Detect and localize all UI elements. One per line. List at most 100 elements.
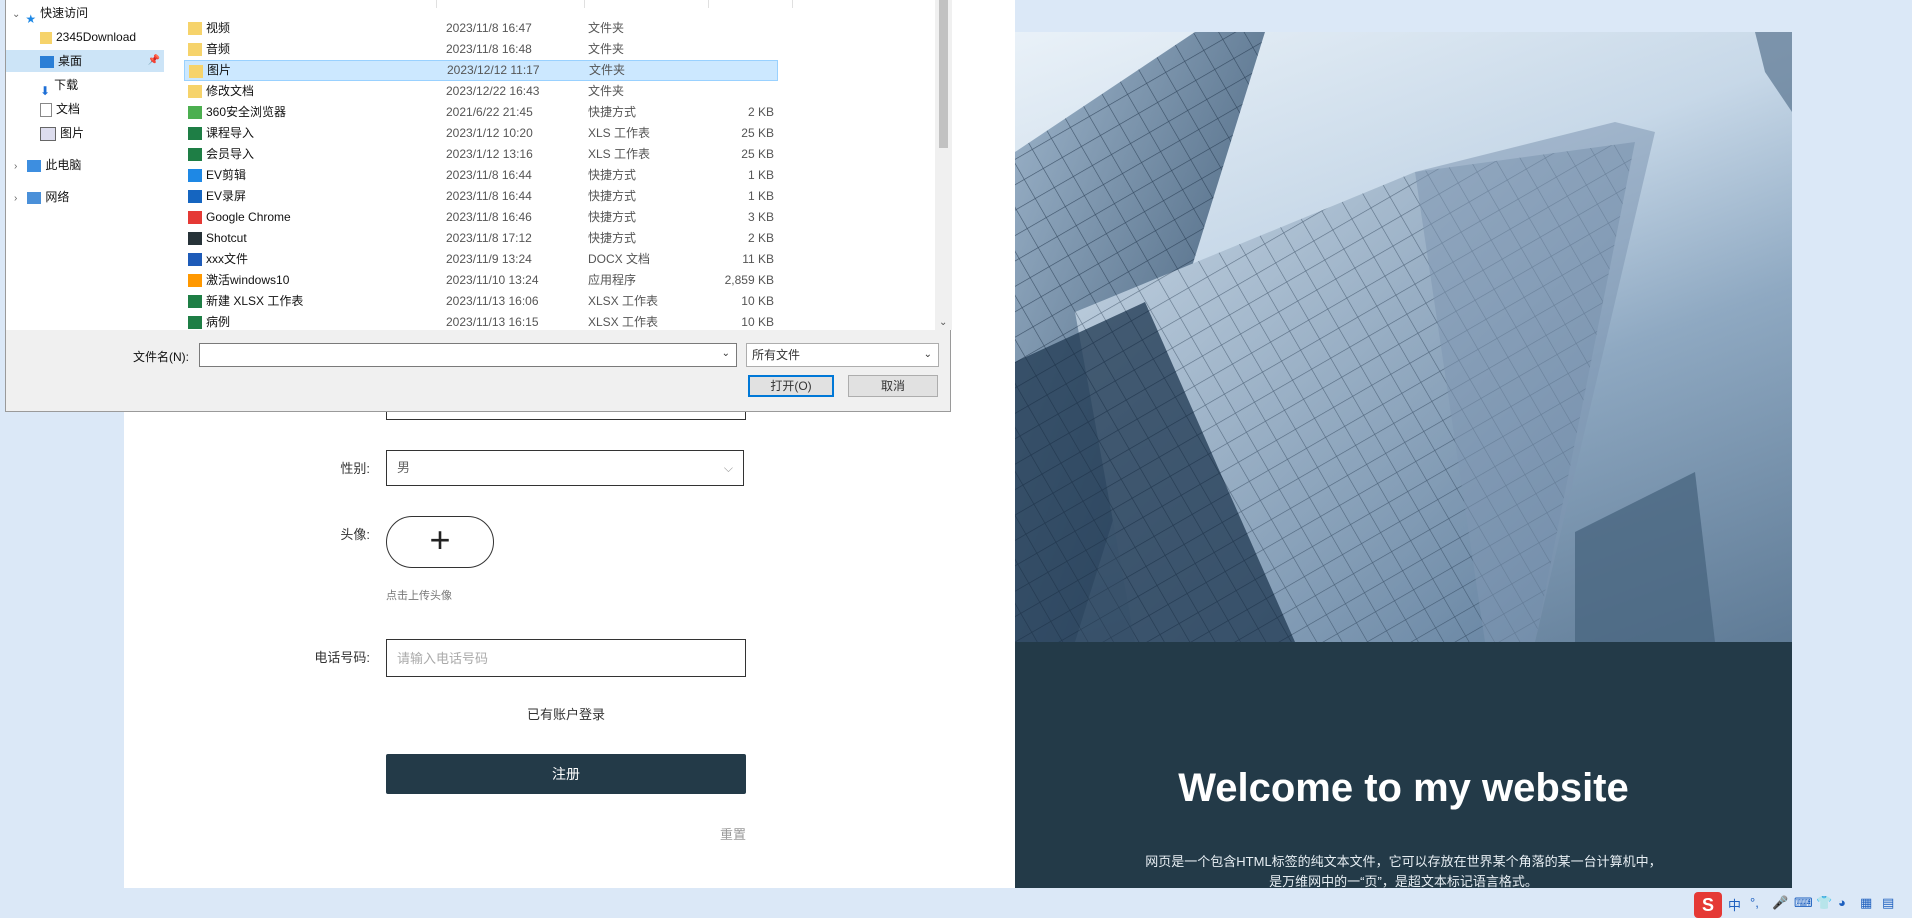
file-name: 激活windows10 bbox=[206, 273, 290, 287]
file-row[interactable]: 音频 2023/11/8 16:48 文件夹 bbox=[184, 39, 778, 60]
hero-panel: Welcome to my website 网页是一个包含HTML标签的纯文本文… bbox=[1015, 32, 1792, 889]
folder-icon bbox=[188, 85, 202, 98]
folder-icon bbox=[188, 43, 202, 56]
phone-input[interactable] bbox=[386, 639, 746, 677]
shotcut-icon bbox=[188, 232, 202, 245]
sogou-ime-icon[interactable]: S bbox=[1694, 892, 1722, 918]
folder-icon bbox=[189, 65, 203, 78]
desktop-icon bbox=[40, 55, 54, 68]
excel-icon bbox=[188, 127, 202, 140]
file-list: 视频 2023/11/8 16:47 文件夹 音频 2023/11/8 16:48 文件夹… bbox=[164, 0, 939, 330]
building-photo bbox=[1015, 32, 1792, 642]
file-row[interactable]: EV剪辑 2023/11/8 16:44 快捷方式 1 KB bbox=[184, 165, 778, 186]
file-row[interactable]: 图片 2023/12/12 11:17 文件夹 bbox=[184, 60, 778, 81]
file-type: 文件夹 bbox=[588, 42, 625, 56]
skin-icon[interactable]: 👕 bbox=[1816, 895, 1832, 911]
filename-input[interactable]: ⌄ bbox=[199, 343, 737, 367]
file-date: 2023/11/8 16:46 bbox=[446, 210, 532, 224]
file-row[interactable]: 视频 2023/11/8 16:47 文件夹 bbox=[184, 18, 778, 39]
file-type: 快捷方式 bbox=[588, 105, 637, 119]
file-row[interactable]: 激活windows10 2023/11/10 13:24 应用程序 2,859 KB bbox=[184, 270, 778, 291]
chrome-icon bbox=[188, 211, 202, 224]
file-type-select[interactable]: 所有文件 ⌄ bbox=[746, 343, 939, 367]
chevron-down-icon[interactable]: ⌄ bbox=[722, 348, 730, 359]
excel-icon bbox=[188, 148, 202, 161]
column-header-date[interactable] bbox=[446, 0, 585, 8]
nav-label: 图片 bbox=[60, 126, 85, 140]
column-header-type[interactable] bbox=[588, 0, 709, 8]
star-icon: ★ bbox=[25, 11, 37, 26]
file-row[interactable]: Google Chrome 2023/11/8 16:46 快捷方式 3 KB bbox=[184, 207, 778, 228]
file-row[interactable]: 修改文档 2023/12/22 16:43 文件夹 bbox=[184, 81, 778, 102]
toolbox-icon[interactable]: ▦ bbox=[1860, 895, 1872, 911]
file-name: EV录屏 bbox=[206, 189, 247, 203]
picture-icon bbox=[40, 126, 56, 141]
plus-icon: + bbox=[429, 519, 451, 560]
file-date: 2023/11/10 13:24 bbox=[446, 273, 539, 287]
settings-icon[interactable]: ▤ bbox=[1882, 895, 1894, 911]
file-date: 2023/11/8 17:12 bbox=[446, 231, 532, 245]
file-row[interactable]: xxx文件 2023/11/9 13:24 DOCX 文档 11 KB bbox=[184, 249, 778, 270]
excel-icon bbox=[188, 316, 202, 329]
chevron-down-icon: ⌄ bbox=[923, 349, 932, 360]
chevron-down-icon[interactable]: ⌄ bbox=[12, 4, 22, 26]
cancel-button[interactable]: 取消 bbox=[848, 375, 938, 397]
ev-record-icon bbox=[188, 190, 202, 203]
computer-icon bbox=[27, 159, 42, 172]
nav-quick-access[interactable]: ⌄ ★ 快速访问 bbox=[6, 2, 170, 26]
file-date: 2023/12/12 11:17 bbox=[447, 63, 540, 77]
gender-select[interactable]: 男 ⌵ bbox=[386, 450, 744, 486]
chevron-right-icon[interactable]: › bbox=[14, 188, 24, 210]
file-row[interactable]: 360安全浏览器 2021/6/22 21:45 快捷方式 2 KB bbox=[184, 102, 778, 123]
assistant-icon[interactable]: ◕ bbox=[1838, 895, 1846, 910]
nav-network[interactable]: › 网络 bbox=[6, 186, 172, 208]
file-row[interactable]: Shotcut 2023/11/8 17:12 快捷方式 2 KB bbox=[184, 228, 778, 249]
file-row[interactable]: 会员导入 2023/1/12 13:16 XLS 工作表 25 KB bbox=[184, 144, 778, 165]
avatar-label: 头像: bbox=[340, 527, 370, 542]
file-list-scrollbar[interactable]: ⌄ bbox=[935, 0, 952, 330]
open-button[interactable]: 打开(O) bbox=[748, 375, 834, 397]
file-size: 2,859 KB bbox=[724, 273, 774, 287]
file-date: 2023/1/12 10:20 bbox=[446, 126, 533, 140]
punctuation-icon[interactable]: °, bbox=[1750, 895, 1759, 910]
keyboard-icon[interactable]: ⌨ bbox=[1794, 895, 1813, 911]
file-row[interactable]: 课程导入 2023/1/12 10:20 XLS 工作表 25 KB bbox=[184, 123, 778, 144]
scrollbar-thumb[interactable] bbox=[939, 0, 948, 148]
column-header-name[interactable] bbox=[184, 0, 437, 8]
file-date: 2023/11/13 16:06 bbox=[446, 294, 539, 308]
chevron-right-icon[interactable]: › bbox=[14, 156, 24, 178]
nav-item-desktop[interactable]: 桌面 📌 bbox=[6, 50, 164, 72]
ime-mode[interactable]: 中 bbox=[1728, 895, 1741, 914]
file-type: XLS 工作表 bbox=[588, 126, 651, 140]
nav-label: 文档 bbox=[56, 102, 81, 116]
file-size: 25 KB bbox=[741, 147, 774, 161]
avatar-upload-button[interactable]: + bbox=[386, 516, 494, 568]
file-size: 3 KB bbox=[747, 210, 774, 224]
file-row[interactable]: EV录屏 2023/11/8 16:44 快捷方式 1 KB bbox=[184, 186, 778, 207]
file-date: 2023/12/22 16:43 bbox=[446, 84, 540, 98]
scroll-down-icon[interactable]: ⌄ bbox=[939, 317, 947, 328]
navigation-pane: ⌄ ★快速访问 2345Download 📌 桌面 📌 ⬇下载 📌 文档 📌 图… bbox=[6, 0, 194, 330]
microphone-icon[interactable]: 🎤 bbox=[1772, 895, 1788, 911]
download-icon: ⬇ bbox=[40, 83, 51, 98]
file-type: 文件夹 bbox=[588, 84, 625, 98]
file-date: 2023/11/8 16:44 bbox=[446, 189, 532, 203]
file-row[interactable]: 新建 XLSX 工作表 2023/11/13 16:06 XLSX 工作表 10 KB bbox=[184, 291, 778, 312]
file-size: 1 KB bbox=[747, 189, 774, 203]
file-size: 11 KB bbox=[742, 252, 774, 266]
nav-label: 网络 bbox=[45, 190, 70, 204]
document-icon bbox=[40, 102, 52, 117]
reset-button[interactable]: 重置 bbox=[720, 824, 746, 843]
file-row[interactable]: 病例 2023/11/13 16:15 XLSX 工作表 10 KB bbox=[184, 312, 778, 333]
file-type: 文件夹 bbox=[588, 21, 625, 35]
register-button[interactable]: 注册 bbox=[386, 754, 746, 794]
nav-this-pc[interactable]: › 此电脑 bbox=[6, 154, 172, 176]
file-name: 会员导入 bbox=[206, 147, 255, 161]
welcome-title: Welcome to my website bbox=[1178, 766, 1629, 810]
column-header-size[interactable] bbox=[712, 0, 793, 8]
file-name: 视频 bbox=[206, 21, 231, 35]
welcome-desc-line-2: 是万维网中的一“页”，是超文本标记语言格式。 bbox=[1269, 874, 1538, 889]
browser-360-icon bbox=[188, 106, 202, 119]
login-link[interactable]: 已有账户登录 bbox=[386, 704, 746, 723]
file-name: 课程导入 bbox=[206, 126, 255, 140]
